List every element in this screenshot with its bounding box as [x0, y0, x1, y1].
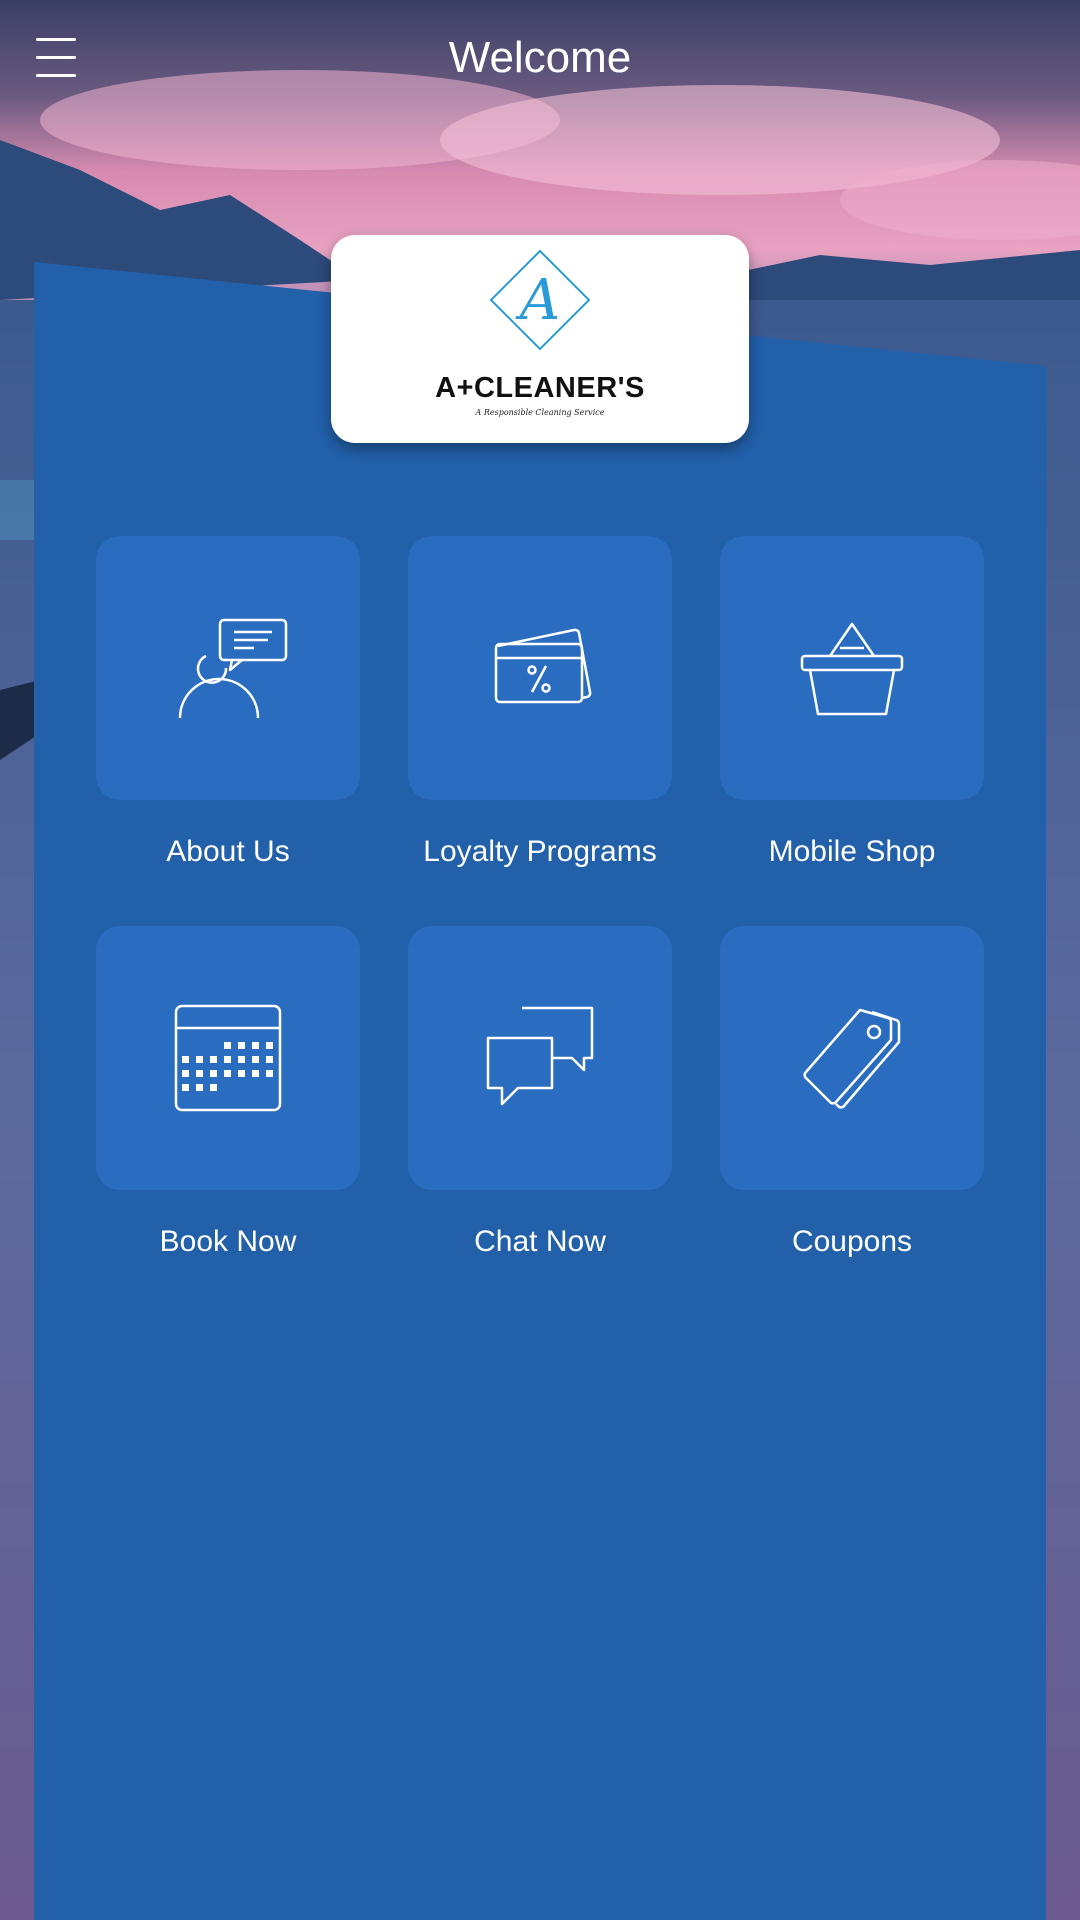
book-now-label: Book Now — [159, 1225, 297, 1258]
calendar-icon — [174, 1004, 282, 1112]
discount-card-icon — [494, 628, 592, 704]
logo-diamond-icon: A — [489, 249, 591, 351]
shopping-basket-icon — [800, 622, 904, 716]
logo-company-name: A+CLEANER'S — [435, 372, 645, 404]
top-bar: Welcome — [0, 0, 1080, 115]
person-chat-icon — [178, 618, 288, 719]
about-us-label: About Us — [166, 835, 290, 868]
logo-tagline: A Responsible Cleaning Service — [475, 408, 605, 417]
page-title: Welcome — [448, 33, 632, 82]
chat-bubbles-icon — [486, 1006, 594, 1106]
coupons-label: Coupons — [791, 1225, 913, 1258]
mobile-shop-label: Mobile Shop — [768, 835, 936, 868]
price-tags-icon — [803, 1008, 901, 1109]
chat-now-label: Chat Now — [474, 1225, 606, 1258]
logo-mark-letter: A — [515, 268, 560, 333]
loyalty-programs-label: Loyalty Programs — [423, 835, 657, 868]
logo-card: A A+CLEANER'S A Responsible Cleaning Ser… — [331, 235, 749, 443]
app-screen: Welcome A A+CLEANER'S A Responsible Clea… — [0, 0, 1080, 1920]
hamburger-menu-icon[interactable] — [28, 28, 88, 88]
